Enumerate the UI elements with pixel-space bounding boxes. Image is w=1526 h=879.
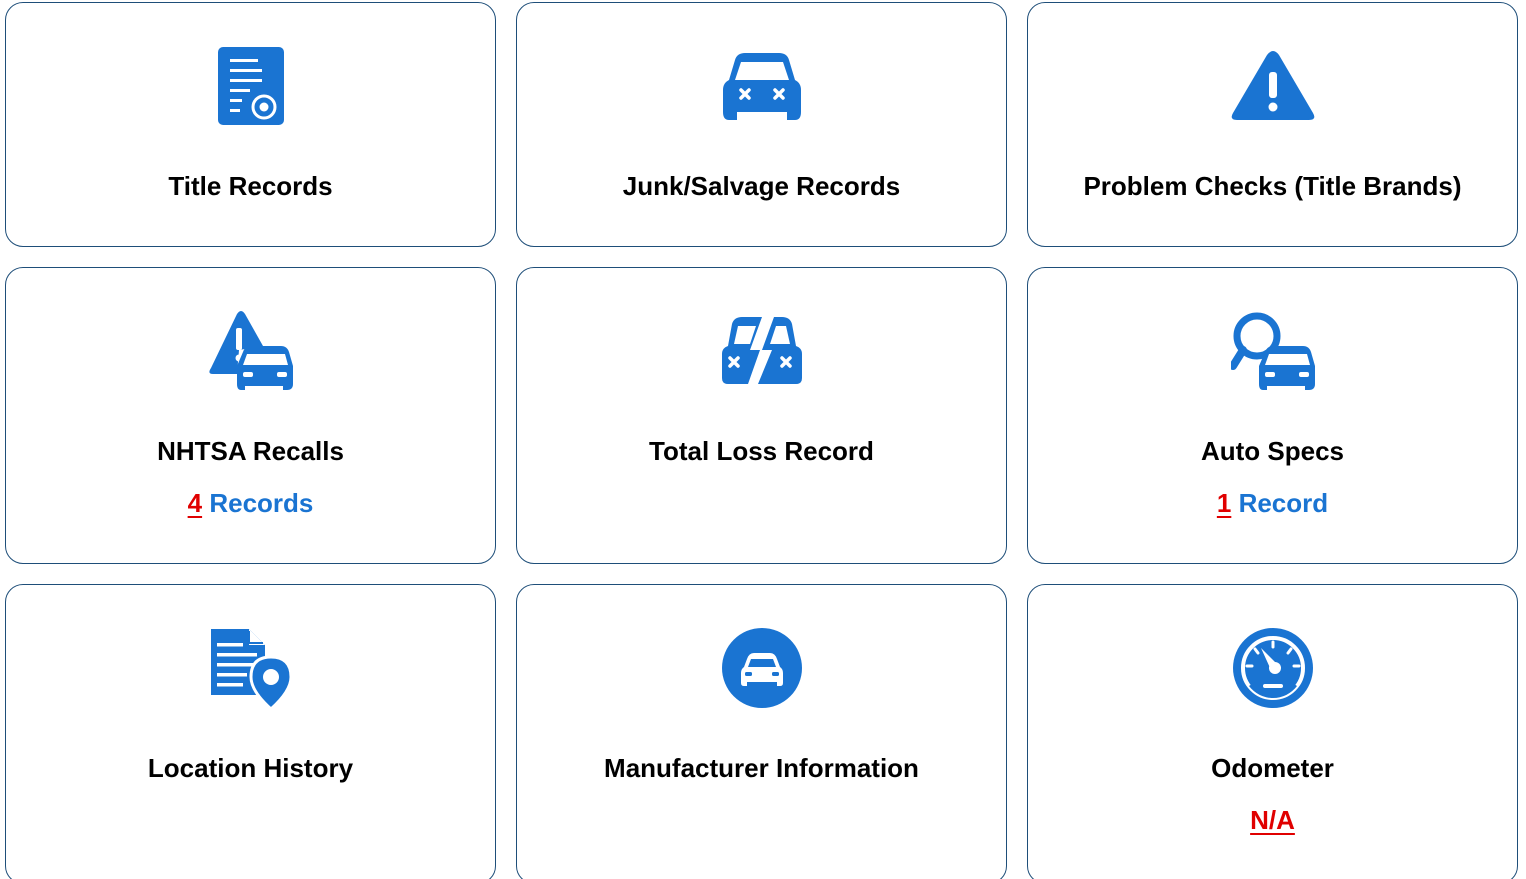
card-nhtsa-recalls[interactable]: NHTSA Recalls 4 Records [5,267,496,564]
spec-count[interactable]: 1 Record [1028,486,1517,520]
card-location-history[interactable]: Location History [5,584,496,879]
count-value[interactable]: 4 [188,488,202,518]
card-odometer[interactable]: Odometer N/A [1027,584,1518,879]
card-title: Junk/Salvage Records [622,171,901,201]
warning-triangle-icon [1228,41,1318,131]
odometer-value[interactable]: N/A [1028,803,1517,837]
wrecked-car-icon [717,41,807,131]
document-seal-icon [206,41,296,131]
card-title: Manufacturer Information [604,753,919,783]
report-card-grid: Title Records Junk/Salvage Records Probl… [0,0,1526,879]
recall-count[interactable]: 4 Records [6,486,495,520]
count-label[interactable]: Record [1239,488,1329,518]
card-manufacturer-information[interactable]: Manufacturer Information [516,584,1007,879]
count-value[interactable]: 1 [1217,488,1231,518]
card-problem-checks[interactable]: Problem Checks (Title Brands) [1027,2,1518,247]
card-junk-salvage-records[interactable]: Junk/Salvage Records [516,2,1007,247]
card-total-loss-record[interactable]: Total Loss Record [516,267,1007,564]
split-wrecked-car-icon [717,306,807,396]
count-label[interactable]: Records [209,488,313,518]
card-title: Total Loss Record [649,436,874,466]
card-title: Auto Specs [1200,436,1345,466]
card-title-records[interactable]: Title Records [5,2,496,247]
card-title: NHTSA Recalls [157,436,344,466]
card-title: Location History [147,753,354,783]
card-title: Problem Checks (Title Brands) [1083,171,1462,201]
document-location-icon [206,623,296,713]
search-car-icon [1228,306,1318,396]
car-circle-icon [717,623,807,713]
recall-car-icon [206,306,296,396]
card-auto-specs[interactable]: Auto Specs 1 Record [1027,267,1518,564]
card-title: Odometer [1211,753,1334,783]
card-title: Title Records [168,171,333,201]
odometer-na-value[interactable]: N/A [1250,805,1295,835]
speedometer-icon [1228,623,1318,713]
